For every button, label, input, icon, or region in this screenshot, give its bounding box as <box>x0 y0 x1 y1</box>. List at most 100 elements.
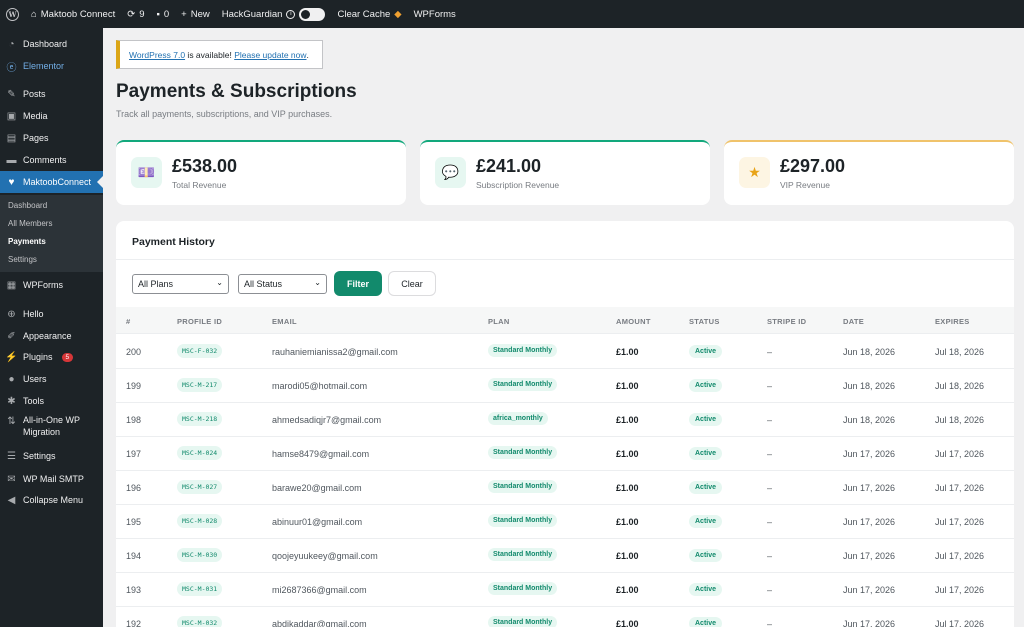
wordpress-logo-button[interactable]: W <box>6 7 19 21</box>
user-icon: ● <box>8 373 15 385</box>
payment-history-title: Payment History <box>132 236 215 248</box>
status-badge: Active <box>689 583 723 596</box>
table-row: 200 MSC-F-032 rauhaniemianissa2@gmail.com S… <box>116 335 1014 369</box>
clear-cache-link[interactable]: Clear Cache ◆ <box>337 9 401 20</box>
cell-email: hamse8479@gmail.com <box>272 449 370 459</box>
submenu-dashboard[interactable]: Dashboard <box>8 201 47 210</box>
cell-date: Jun 18, 2026 <box>843 415 896 425</box>
chevron-down-icon: ⌄ <box>314 278 321 287</box>
cell-email: rauhaniemianissa2@gmail.com <box>272 347 398 357</box>
submenu-payments[interactable]: Payments <box>8 237 46 246</box>
sidebar-item-posts[interactable]: ✎ Posts <box>0 83 103 105</box>
migration-icon: ⇅ <box>7 415 16 427</box>
page-subtitle: Track all payments, subscriptions, and V… <box>116 109 333 119</box>
profile-id-badge: MSC-M-218 <box>177 412 223 426</box>
cell-date: Jun 17, 2026 <box>843 619 896 627</box>
sidebar-item-comments[interactable]: ▬ Comments <box>0 149 103 171</box>
cell-stripe-id: – <box>767 415 773 425</box>
chevron-down-icon: ⌄ <box>216 278 223 287</box>
profile-id-badge: MSC-M-030 <box>177 548 223 562</box>
collapse-icon: ◀ <box>7 494 16 506</box>
pin-icon: ✎ <box>7 88 16 100</box>
chat-bubble-icon: 💬 <box>435 157 466 188</box>
cell-expires: Jul 17, 2026 <box>935 585 985 595</box>
site-name-link[interactable]: ⌂ Maktoob Connect <box>31 9 115 20</box>
status-badge: Active <box>689 345 723 358</box>
info-icon: i <box>286 9 296 19</box>
profile-id-badge: MSC-M-031 <box>177 582 223 596</box>
collapse-menu-button[interactable]: ◀ Collapse Menu <box>0 489 103 511</box>
cell-num: 195 <box>126 517 142 527</box>
cell-email: abdikaddar@gmail.com <box>272 619 367 627</box>
sidebar-item-appearance[interactable]: ✐ Appearance <box>0 325 103 347</box>
cell-stripe-id: – <box>767 619 773 627</box>
cell-expires: Jul 17, 2026 <box>935 483 985 493</box>
cell-stripe-id: – <box>767 347 773 357</box>
admin-sidebar: ◔ Dashboard ⓔ Elementor ✎ Posts ▣ Media ▤ Pag… <box>0 28 103 627</box>
sidebar-item-settings[interactable]: ☰ Settings <box>0 445 103 467</box>
wpforms-adminbar-link[interactable]: WPForms <box>414 9 456 20</box>
profile-id-badge: MSC-M-032 <box>177 616 223 627</box>
plus-circle-icon: ⊕ <box>7 308 16 320</box>
sidebar-item-elementor[interactable]: ⓔ Elementor <box>0 55 103 77</box>
plan-badge: Standard Monthly <box>488 548 558 561</box>
table-row: 193 MSC-M-031 mi2687366@gmail.com Standard … <box>116 573 1014 607</box>
table-row: 192 MSC-M-032 abdikaddar@gmail.com Standard… <box>116 607 1014 627</box>
sidebar-item-maktoobconnect[interactable]: ♥ MaktoobConnect <box>0 171 103 193</box>
table-row: 199 MSC-M-217 marodi05@hotmail.com Standard… <box>116 369 1014 403</box>
filter-button[interactable]: Filter <box>334 271 382 296</box>
hackguardian-toggle[interactable] <box>299 7 326 21</box>
plan-badge: Standard Monthly <box>488 480 558 493</box>
vip-revenue-value: £297.00 <box>780 156 846 176</box>
wordpress-version-link[interactable]: WordPress 7.0 <box>129 50 185 60</box>
sidebar-item-hello[interactable]: ⊕ Hello <box>0 303 103 325</box>
update-now-link[interactable]: Please update now <box>234 50 306 60</box>
cell-amount: £1.00 <box>616 517 639 527</box>
settings-icon: ☰ <box>7 450 16 462</box>
table-row: 194 MSC-M-030 qoojeyuukeey@gmail.com Standa… <box>116 539 1014 573</box>
col-status: STATUS <box>689 317 720 326</box>
comments-link[interactable]: ▪ 0 <box>156 9 169 20</box>
cell-num: 194 <box>126 551 142 561</box>
total-revenue-card: 💷 £538.00 Total Revenue <box>116 140 406 205</box>
cell-date: Jun 18, 2026 <box>843 347 896 357</box>
sidebar-item-plugins[interactable]: ⚡ Plugins 5 <box>0 346 103 368</box>
sidebar-item-dashboard[interactable]: ◔ Dashboard <box>0 33 103 55</box>
cell-amount: £1.00 <box>616 381 639 391</box>
cell-email: marodi05@hotmail.com <box>272 381 368 391</box>
cell-amount: £1.00 <box>616 585 639 595</box>
subscription-revenue-label: Subscription Revenue <box>476 180 560 190</box>
hackguardian-link[interactable]: HackGuardian i <box>222 7 326 21</box>
col-amount: AMOUNT <box>616 317 651 326</box>
submenu-settings[interactable]: Settings <box>8 255 37 264</box>
profile-id-badge: MSC-M-024 <box>177 446 223 460</box>
comment-icon: ▪ <box>156 8 160 20</box>
plus-icon: + <box>181 8 187 20</box>
pages-icon: ▤ <box>6 132 17 144</box>
sidebar-item-pages[interactable]: ▤ Pages <box>0 127 103 149</box>
updates-link[interactable]: ⟳ 9 <box>127 9 144 20</box>
cell-expires: Jul 17, 2026 <box>935 517 985 527</box>
profile-id-badge: MSC-M-027 <box>177 480 223 494</box>
sidebar-item-users[interactable]: ● Users <box>0 368 103 390</box>
sidebar-item-wp-mail-smtp[interactable]: ✉ WP Mail SMTP <box>0 468 103 490</box>
plan-badge: africa_monthly <box>488 412 548 425</box>
cell-amount: £1.00 <box>616 449 639 459</box>
cell-num: 196 <box>126 483 142 493</box>
vip-revenue-card: ★ £297.00 VIP Revenue <box>724 140 1014 205</box>
cell-num: 192 <box>126 619 142 627</box>
sidebar-item-wpforms[interactable]: ▦ WPForms <box>0 274 103 296</box>
new-content-link[interactable]: + New <box>181 9 210 20</box>
submenu-all-members[interactable]: All Members <box>8 219 52 228</box>
plans-select[interactable]: All Plans ⌄ <box>132 274 229 294</box>
plug-icon: ⚡ <box>5 351 18 363</box>
sidebar-item-migration[interactable]: ⇅ All-in-One WP Migration <box>0 414 103 444</box>
media-icon: ▣ <box>6 110 17 122</box>
sidebar-item-media[interactable]: ▣ Media <box>0 105 103 127</box>
status-select[interactable]: All Status ⌄ <box>238 274 327 294</box>
cell-date: Jun 17, 2026 <box>843 585 896 595</box>
table-row: 197 MSC-M-024 hamse8479@gmail.com Standard … <box>116 437 1014 471</box>
sidebar-item-tools[interactable]: ✱ Tools <box>0 390 103 412</box>
clear-button[interactable]: Clear <box>388 271 436 296</box>
total-revenue-label: Total Revenue <box>172 180 227 190</box>
